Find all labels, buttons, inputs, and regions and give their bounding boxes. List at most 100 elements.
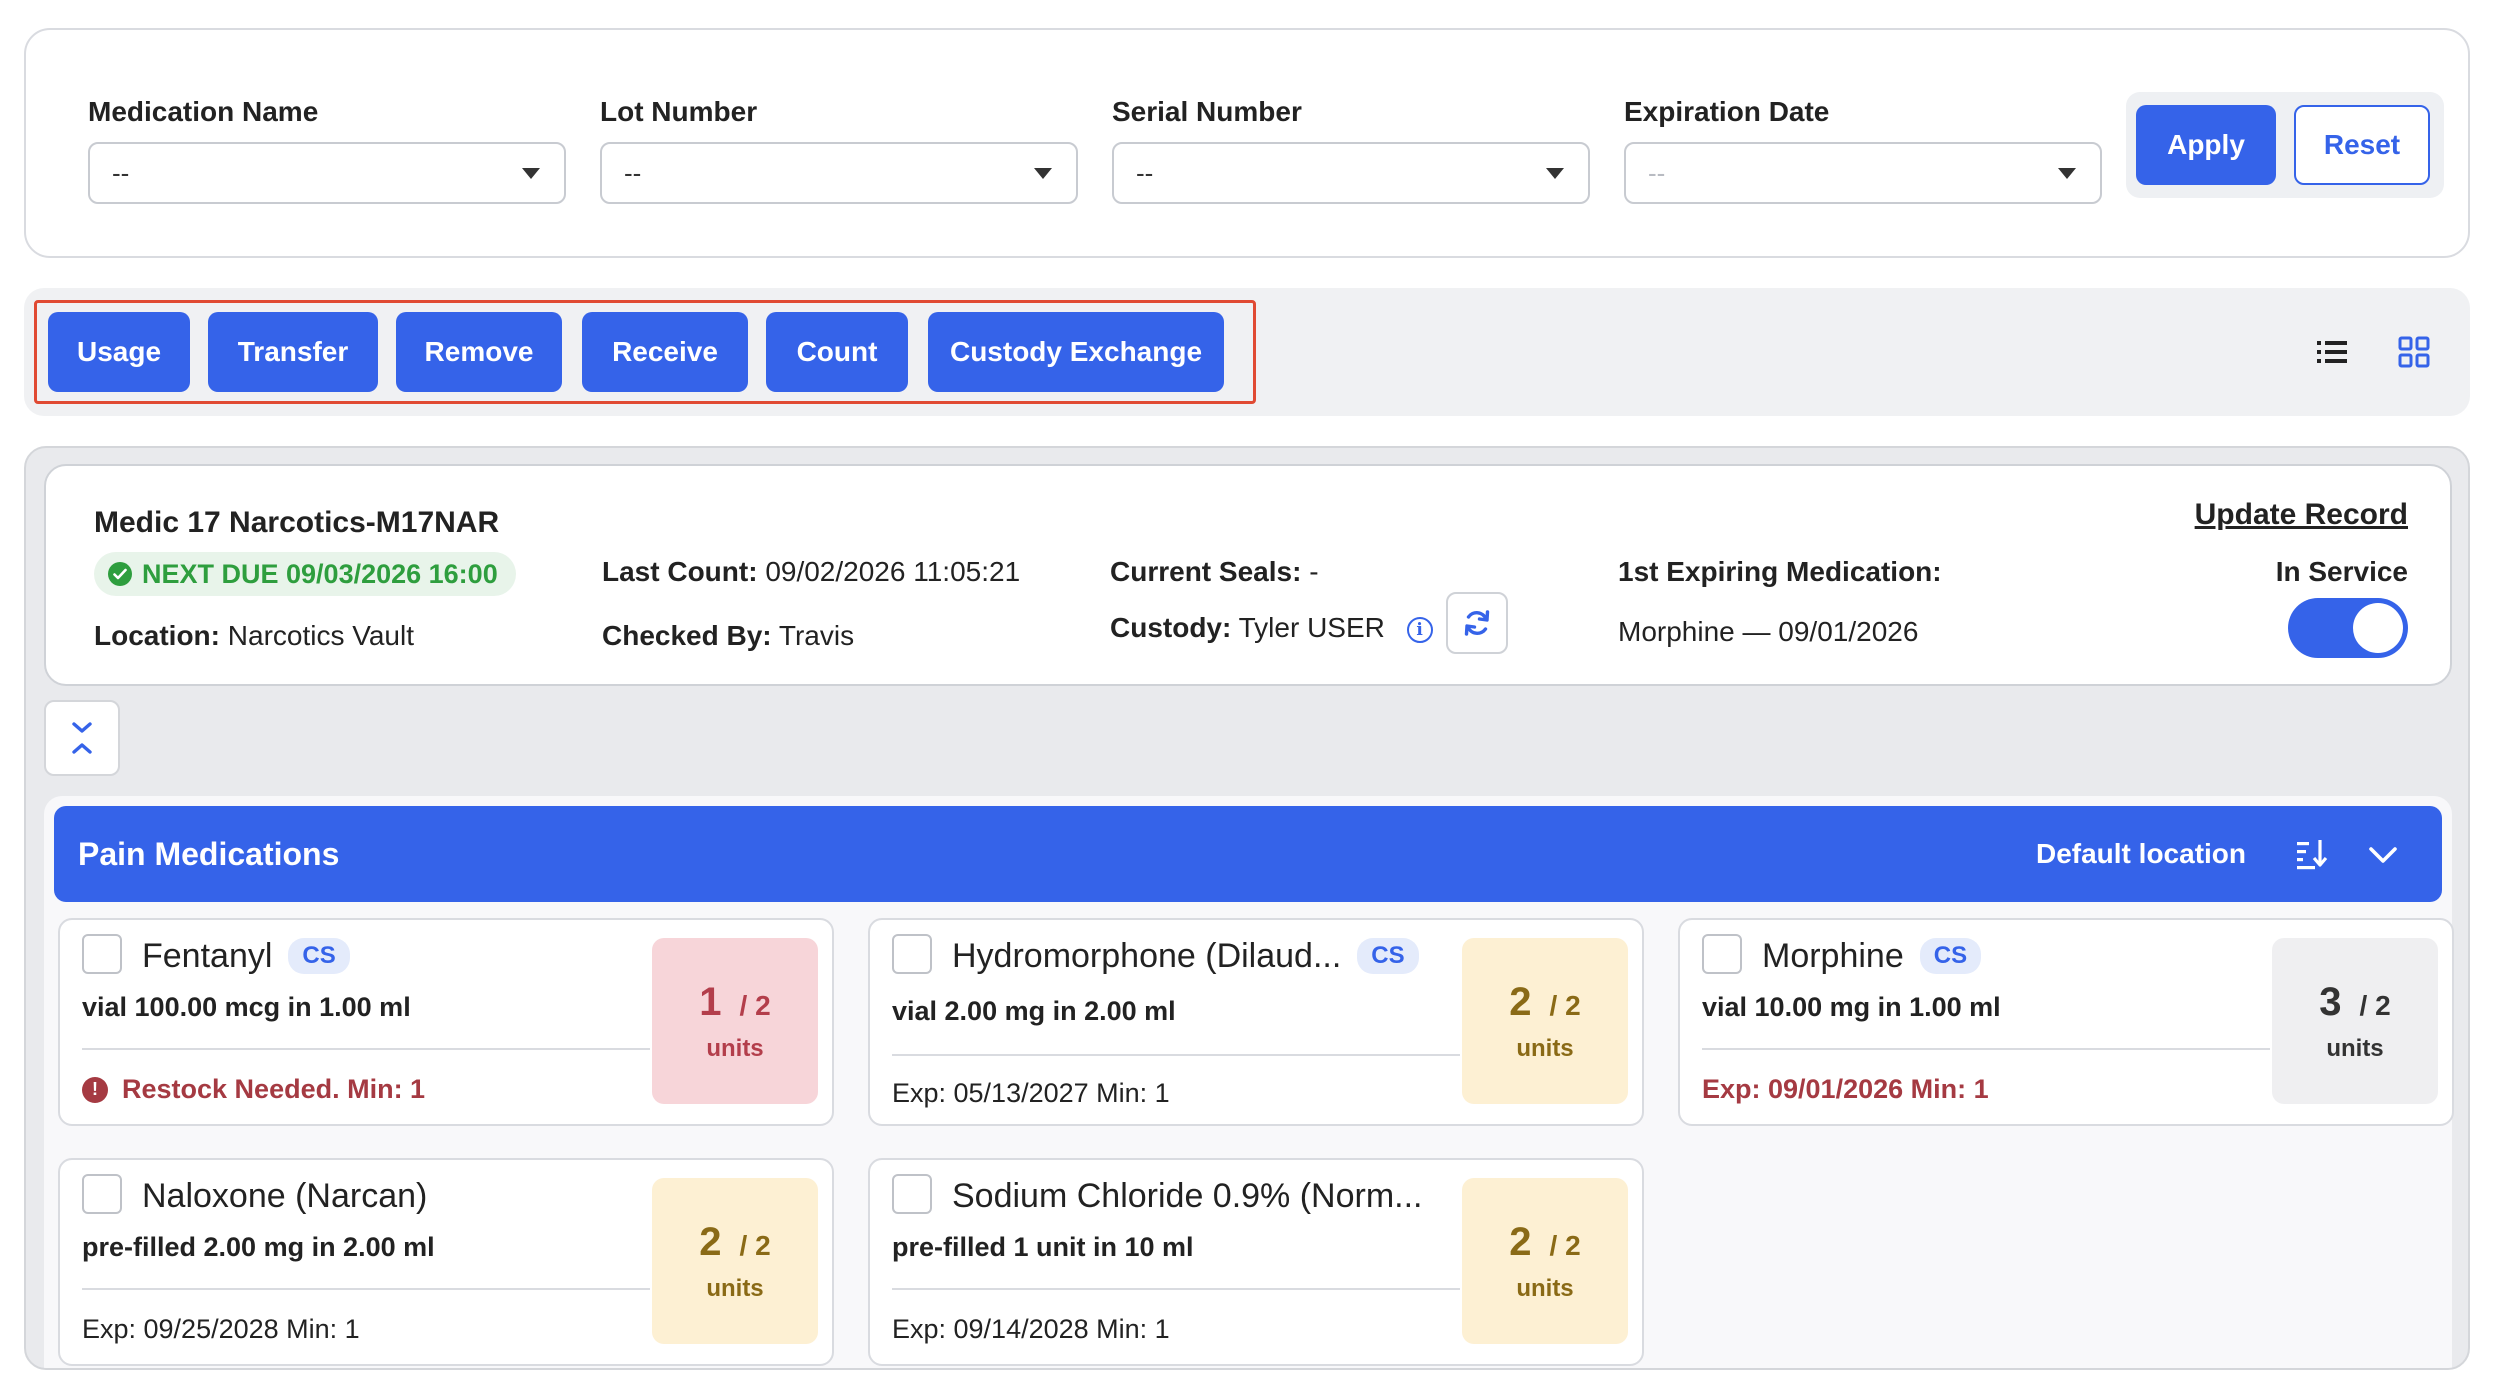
reset-button[interactable]: Reset bbox=[2294, 105, 2430, 185]
quantity-unit: units bbox=[1516, 1034, 1574, 1062]
location-line: Location: Narcotics Vault bbox=[94, 620, 414, 652]
medication-card-morphine[interactable]: Morphine CS vial 10.00 mg in 1.00 ml Exp… bbox=[1678, 918, 2454, 1126]
select-value: -- bbox=[1136, 157, 1154, 188]
filter-panel: Medication Name -- Lot Number -- Serial … bbox=[24, 28, 2470, 258]
medication-card-fentanyl[interactable]: Fentanyl CS vial 100.00 mcg in 1.00 ml !… bbox=[58, 918, 834, 1126]
medication-description: vial 2.00 mg in 2.00 ml bbox=[892, 996, 1176, 1026]
grid-view-icon[interactable] bbox=[2394, 332, 2434, 372]
medication-footer: Exp: 09/14/2028 Min: 1 bbox=[892, 1314, 1170, 1344]
in-service-label: In Service bbox=[2275, 556, 2408, 587]
filter-label: Serial Number bbox=[1112, 96, 1302, 127]
next-due-badge: NEXT DUE 09/03/2026 16:00 bbox=[94, 552, 516, 596]
action-toolbar: Usage Transfer Remove Receive Count Cust… bbox=[24, 288, 2470, 416]
medication-name-text: Fentanyl bbox=[142, 937, 273, 975]
receive-button[interactable]: Receive bbox=[582, 312, 748, 392]
collapse-icon bbox=[72, 722, 92, 754]
quantity-unit: units bbox=[706, 1274, 764, 1302]
group-location: Default location bbox=[2035, 838, 2246, 869]
quantity-count: 2 bbox=[1509, 1219, 1532, 1264]
custody-value: Tyler USER bbox=[1238, 612, 1385, 643]
medication-name: Naloxone (Narcan) bbox=[142, 1174, 427, 1218]
caret-down-icon bbox=[1546, 167, 1564, 179]
caret-down-icon bbox=[2058, 167, 2076, 179]
serial-number-select[interactable]: -- bbox=[1112, 142, 1590, 204]
select-value: -- bbox=[624, 157, 642, 188]
quantity-count: 1 bbox=[699, 979, 722, 1024]
medication-name-select[interactable]: -- bbox=[88, 142, 566, 204]
seals-value: - bbox=[1309, 556, 1319, 587]
medication-footer: Exp: 09/25/2028 Min: 1 bbox=[82, 1314, 360, 1344]
medication-name: Hydromorphone (Dilaud... CS bbox=[952, 934, 1419, 978]
cs-badge: CS bbox=[1919, 938, 1982, 974]
group-title: Pain Medications bbox=[78, 836, 340, 872]
medication-name-text: Morphine bbox=[1762, 937, 1904, 975]
medication-checkbox[interactable] bbox=[892, 1174, 932, 1214]
expiration-date-select[interactable]: -- bbox=[1624, 142, 2102, 204]
caret-down-icon bbox=[1034, 167, 1052, 179]
sort-icon[interactable] bbox=[2294, 836, 2330, 872]
chevron-down-icon[interactable] bbox=[2366, 838, 2400, 872]
medication-name-text: Sodium Chloride 0.9% (Norm... bbox=[952, 1177, 1423, 1215]
expiring-label: 1st Expiring Medication: bbox=[1618, 556, 1942, 587]
medication-checkbox[interactable] bbox=[82, 1174, 122, 1214]
quantity-unit: units bbox=[2326, 1034, 2384, 1062]
usage-button[interactable]: Usage bbox=[48, 312, 190, 392]
quantity-total: / 2 bbox=[2359, 989, 2391, 1021]
seals-label: Current Seals: bbox=[1110, 556, 1302, 587]
quantity-box: 1 / 2 units bbox=[652, 938, 818, 1104]
refresh-custody-button[interactable] bbox=[1446, 592, 1508, 654]
expiring-value: Morphine — 09/01/2026 bbox=[1618, 616, 1919, 647]
medication-card-sodium-chloride[interactable]: Sodium Chloride 0.9% (Norm... pre-filled… bbox=[868, 1158, 1644, 1366]
checked-by-value: Travis bbox=[778, 620, 855, 651]
quantity-total: / 2 bbox=[1549, 1229, 1581, 1261]
quantity-box: 2 / 2 units bbox=[1462, 938, 1628, 1104]
list-view-icon[interactable] bbox=[2312, 332, 2352, 372]
medication-description: vial 10.00 mg in 1.00 ml bbox=[1702, 992, 2001, 1022]
quantity-unit: units bbox=[1516, 1274, 1574, 1302]
quantity-box: 2 / 2 units bbox=[1462, 1178, 1628, 1344]
divider bbox=[1702, 1048, 2270, 1050]
quantity-unit: units bbox=[706, 1034, 764, 1062]
restock-text: Restock Needed. Min: 1 bbox=[122, 1074, 426, 1104]
update-record-link[interactable]: Update Record bbox=[2195, 498, 2408, 532]
record-card: Medic 17 Narcotics-M17NAR NEXT DUE 09/03… bbox=[44, 464, 2452, 686]
quantity-count: 2 bbox=[1509, 979, 1532, 1024]
medication-checkbox[interactable] bbox=[892, 934, 932, 974]
quantity-count: 3 bbox=[2319, 979, 2342, 1024]
medication-name: Sodium Chloride 0.9% (Norm... bbox=[952, 1174, 1423, 1218]
medication-footer: Exp: 05/13/2027 Min: 1 bbox=[892, 1078, 1170, 1108]
location-value: Narcotics Vault bbox=[227, 620, 414, 651]
in-service-toggle[interactable] bbox=[2288, 598, 2408, 658]
location-label: Location: bbox=[94, 620, 220, 651]
medication-checkbox[interactable] bbox=[82, 934, 122, 974]
transfer-button[interactable]: Transfer bbox=[208, 312, 378, 392]
divider bbox=[892, 1054, 1460, 1056]
medication-name: Fentanyl CS bbox=[142, 934, 350, 978]
lot-number-select[interactable]: -- bbox=[600, 142, 1078, 204]
remove-button[interactable]: Remove bbox=[396, 312, 562, 392]
medication-card-naloxone[interactable]: Naloxone (Narcan) pre-filled 2.00 mg in … bbox=[58, 1158, 834, 1366]
filter-label: Expiration Date bbox=[1624, 96, 1830, 127]
quantity-box: 2 / 2 units bbox=[652, 1178, 818, 1344]
alert-icon: ! bbox=[82, 1076, 108, 1103]
quantity-total: / 2 bbox=[1549, 989, 1581, 1021]
custody-label: Custody: bbox=[1110, 612, 1232, 643]
count-button[interactable]: Count bbox=[766, 312, 908, 392]
group-header[interactable]: Pain Medications Default location bbox=[54, 806, 2442, 902]
expiring-label-line: 1st Expiring Medication: bbox=[1618, 556, 1942, 588]
caret-down-icon bbox=[522, 167, 540, 179]
cs-badge: CS bbox=[288, 938, 350, 974]
apply-button[interactable]: Apply bbox=[2136, 105, 2276, 185]
divider bbox=[82, 1048, 650, 1050]
info-icon[interactable]: i bbox=[1406, 616, 1433, 643]
select-value: -- bbox=[112, 157, 130, 188]
medication-name: Morphine CS bbox=[1762, 934, 1982, 978]
quantity-box: 3 / 2 units bbox=[2272, 938, 2438, 1104]
custody-exchange-button[interactable]: Custody Exchange bbox=[928, 312, 1224, 392]
record-title: Medic 17 Narcotics-M17NAR bbox=[94, 506, 500, 539]
medication-checkbox[interactable] bbox=[1702, 934, 1742, 974]
medication-card-hydromorphone[interactable]: Hydromorphone (Dilaud... CS vial 2.00 mg… bbox=[868, 918, 1644, 1126]
expiration-date-filter: Expiration Date -- bbox=[1624, 92, 2102, 204]
collapse-all-button[interactable] bbox=[44, 700, 120, 776]
medication-description: vial 100.00 mcg in 1.00 ml bbox=[82, 992, 411, 1022]
